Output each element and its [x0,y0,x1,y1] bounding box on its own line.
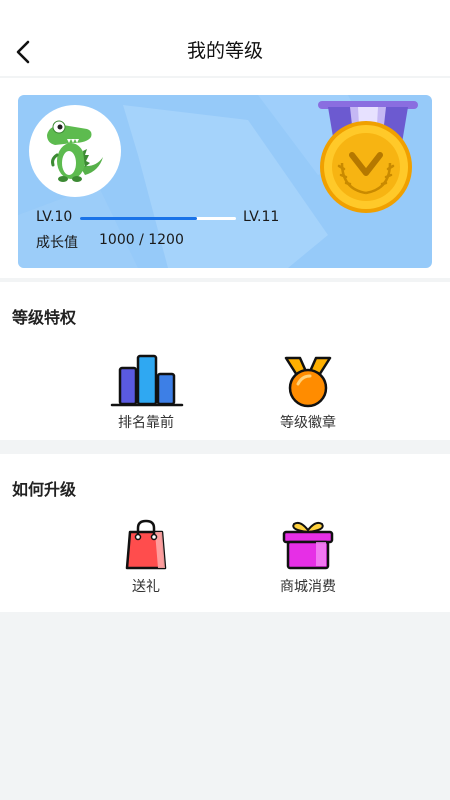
privileges-title: 等级特权 [12,308,77,327]
upgrade-mall-label: 商城消费 [280,579,336,595]
top-bar: 我的等级 [0,0,450,76]
next-level-label: LV.11 [243,209,280,225]
upgrade-gift-label: 送礼 [132,579,160,595]
crocodile-avatar-icon [47,120,103,182]
level-card: LV.10 LV.11 成长值 1000 / 1200 [18,95,432,268]
upgrade-title: 如何升级 [12,480,77,499]
avatar [29,105,121,197]
privilege-badge[interactable]: 等级徽章 [248,354,368,432]
privilege-badge-label: 等级徽章 [280,415,336,431]
badge-medal-icon [284,356,332,408]
upgrade-section: 如何升级 送礼 商城消费 [0,454,450,612]
privileges-section: 等级特权 排名靠前 等级徽章 [0,282,450,440]
growth-points-value: 1000 / 1200 [99,232,184,248]
gold-medal-icon [316,97,420,215]
gift-box-icon [282,521,334,570]
privilege-ranking-label: 排名靠前 [118,415,174,431]
upgrade-mall[interactable]: 商城消费 [248,518,368,596]
upgrade-gift[interactable]: 送礼 [86,518,206,596]
page-title: 我的等级 [186,40,263,62]
current-level-label: LV.10 [36,209,73,225]
shopping-bag-icon [125,519,167,570]
growth-points-label: 成长值 [36,235,78,251]
bar-chart-icon [110,354,184,407]
privilege-ranking[interactable]: 排名靠前 [86,354,206,432]
level-card-section: LV.10 LV.11 成长值 1000 / 1200 [0,78,450,278]
level-progress-bar [80,217,236,220]
level-progress-fill [80,217,197,220]
